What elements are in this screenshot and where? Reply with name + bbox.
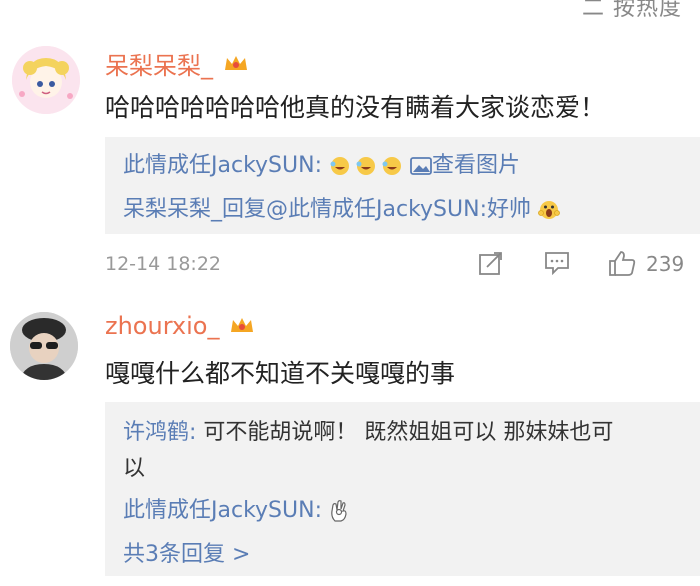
comment-icon[interactable] (544, 251, 570, 275)
vip-crown-icon (231, 318, 254, 332)
like-count: 239 (646, 252, 685, 276)
avatar-image (10, 312, 78, 380)
reply-author[interactable]: 此情成任JackySUN: (123, 498, 322, 523)
more-replies-link[interactable]: 共3条回复 > (123, 536, 250, 568)
avatar-image (12, 46, 80, 114)
image-icon (410, 157, 432, 175)
comment-timestamp: 12-14 18:22 (105, 253, 222, 275)
reply-text: 回复@此情成任JackySUN:好帅 (222, 197, 531, 222)
reply-item: 呆梨呆梨_回复@此情成任JackySUN:好帅 (123, 191, 560, 223)
view-image-link[interactable]: 查看图片 (410, 153, 520, 178)
reply-box[interactable]: 许鸿鹤: 可不能胡说啊！ 既然姐姐可以 那妹妹也可 以 此情成任JackySUN… (105, 402, 700, 576)
comment-text: 哈哈哈哈哈哈哈他真的没有瞒着大家谈恋爱！ (105, 93, 606, 122)
reply-text: 可不能胡说啊！ 既然姐姐可以 那妹妹也可 (203, 420, 614, 445)
comment-username[interactable]: 呆梨呆梨_ (105, 46, 249, 81)
reply-author[interactable]: 许鸿鹤: (123, 420, 196, 445)
reply-text-continued: 以 (123, 456, 146, 481)
laughing-cry-emoji-icon (330, 157, 401, 175)
reply-box[interactable]: 此情成任JackySUN: 查看图片 呆梨呆梨_回复@此情成任JackySUN:… (105, 137, 700, 234)
avatar[interactable] (12, 46, 80, 114)
ok-hand-emoji-icon (331, 500, 347, 522)
username-label: zhourxio_ (105, 312, 220, 340)
repost-icon[interactable] (478, 250, 504, 276)
comment-text: 嘎嘎什么都不知道不关嘎嘎的事 (105, 359, 456, 388)
username-label: 呆梨呆梨_ (105, 52, 213, 80)
view-image-label: 查看图片 (431, 153, 520, 178)
reply-author[interactable]: 此情成任JackySUN: (123, 153, 322, 178)
like-thumb-icon[interactable] (608, 249, 636, 277)
reply-item: 此情成任JackySUN: 查看图片 (123, 147, 520, 179)
avatar[interactable] (10, 312, 78, 380)
comment-item: 呆梨呆梨_ 哈哈哈哈哈哈哈他真的没有瞒着大家谈恋爱！ 此情成任JackySUN:… (0, 0, 700, 290)
scared-emoji-icon (538, 201, 560, 219)
comment-item: zhourxio_ 嘎嘎什么都不知道不关嘎嘎的事 许鸿鹤: 可不能胡说啊！ 既然… (0, 290, 700, 586)
reply-author[interactable]: 呆梨呆梨_ (123, 197, 222, 222)
reply-item: 此情成任JackySUN: (123, 492, 349, 524)
reply-item: 许鸿鹤: 可不能胡说啊！ 既然姐姐可以 那妹妹也可 (123, 414, 613, 446)
vip-crown-icon (225, 55, 247, 70)
comment-username[interactable]: zhourxio_ (105, 312, 255, 340)
